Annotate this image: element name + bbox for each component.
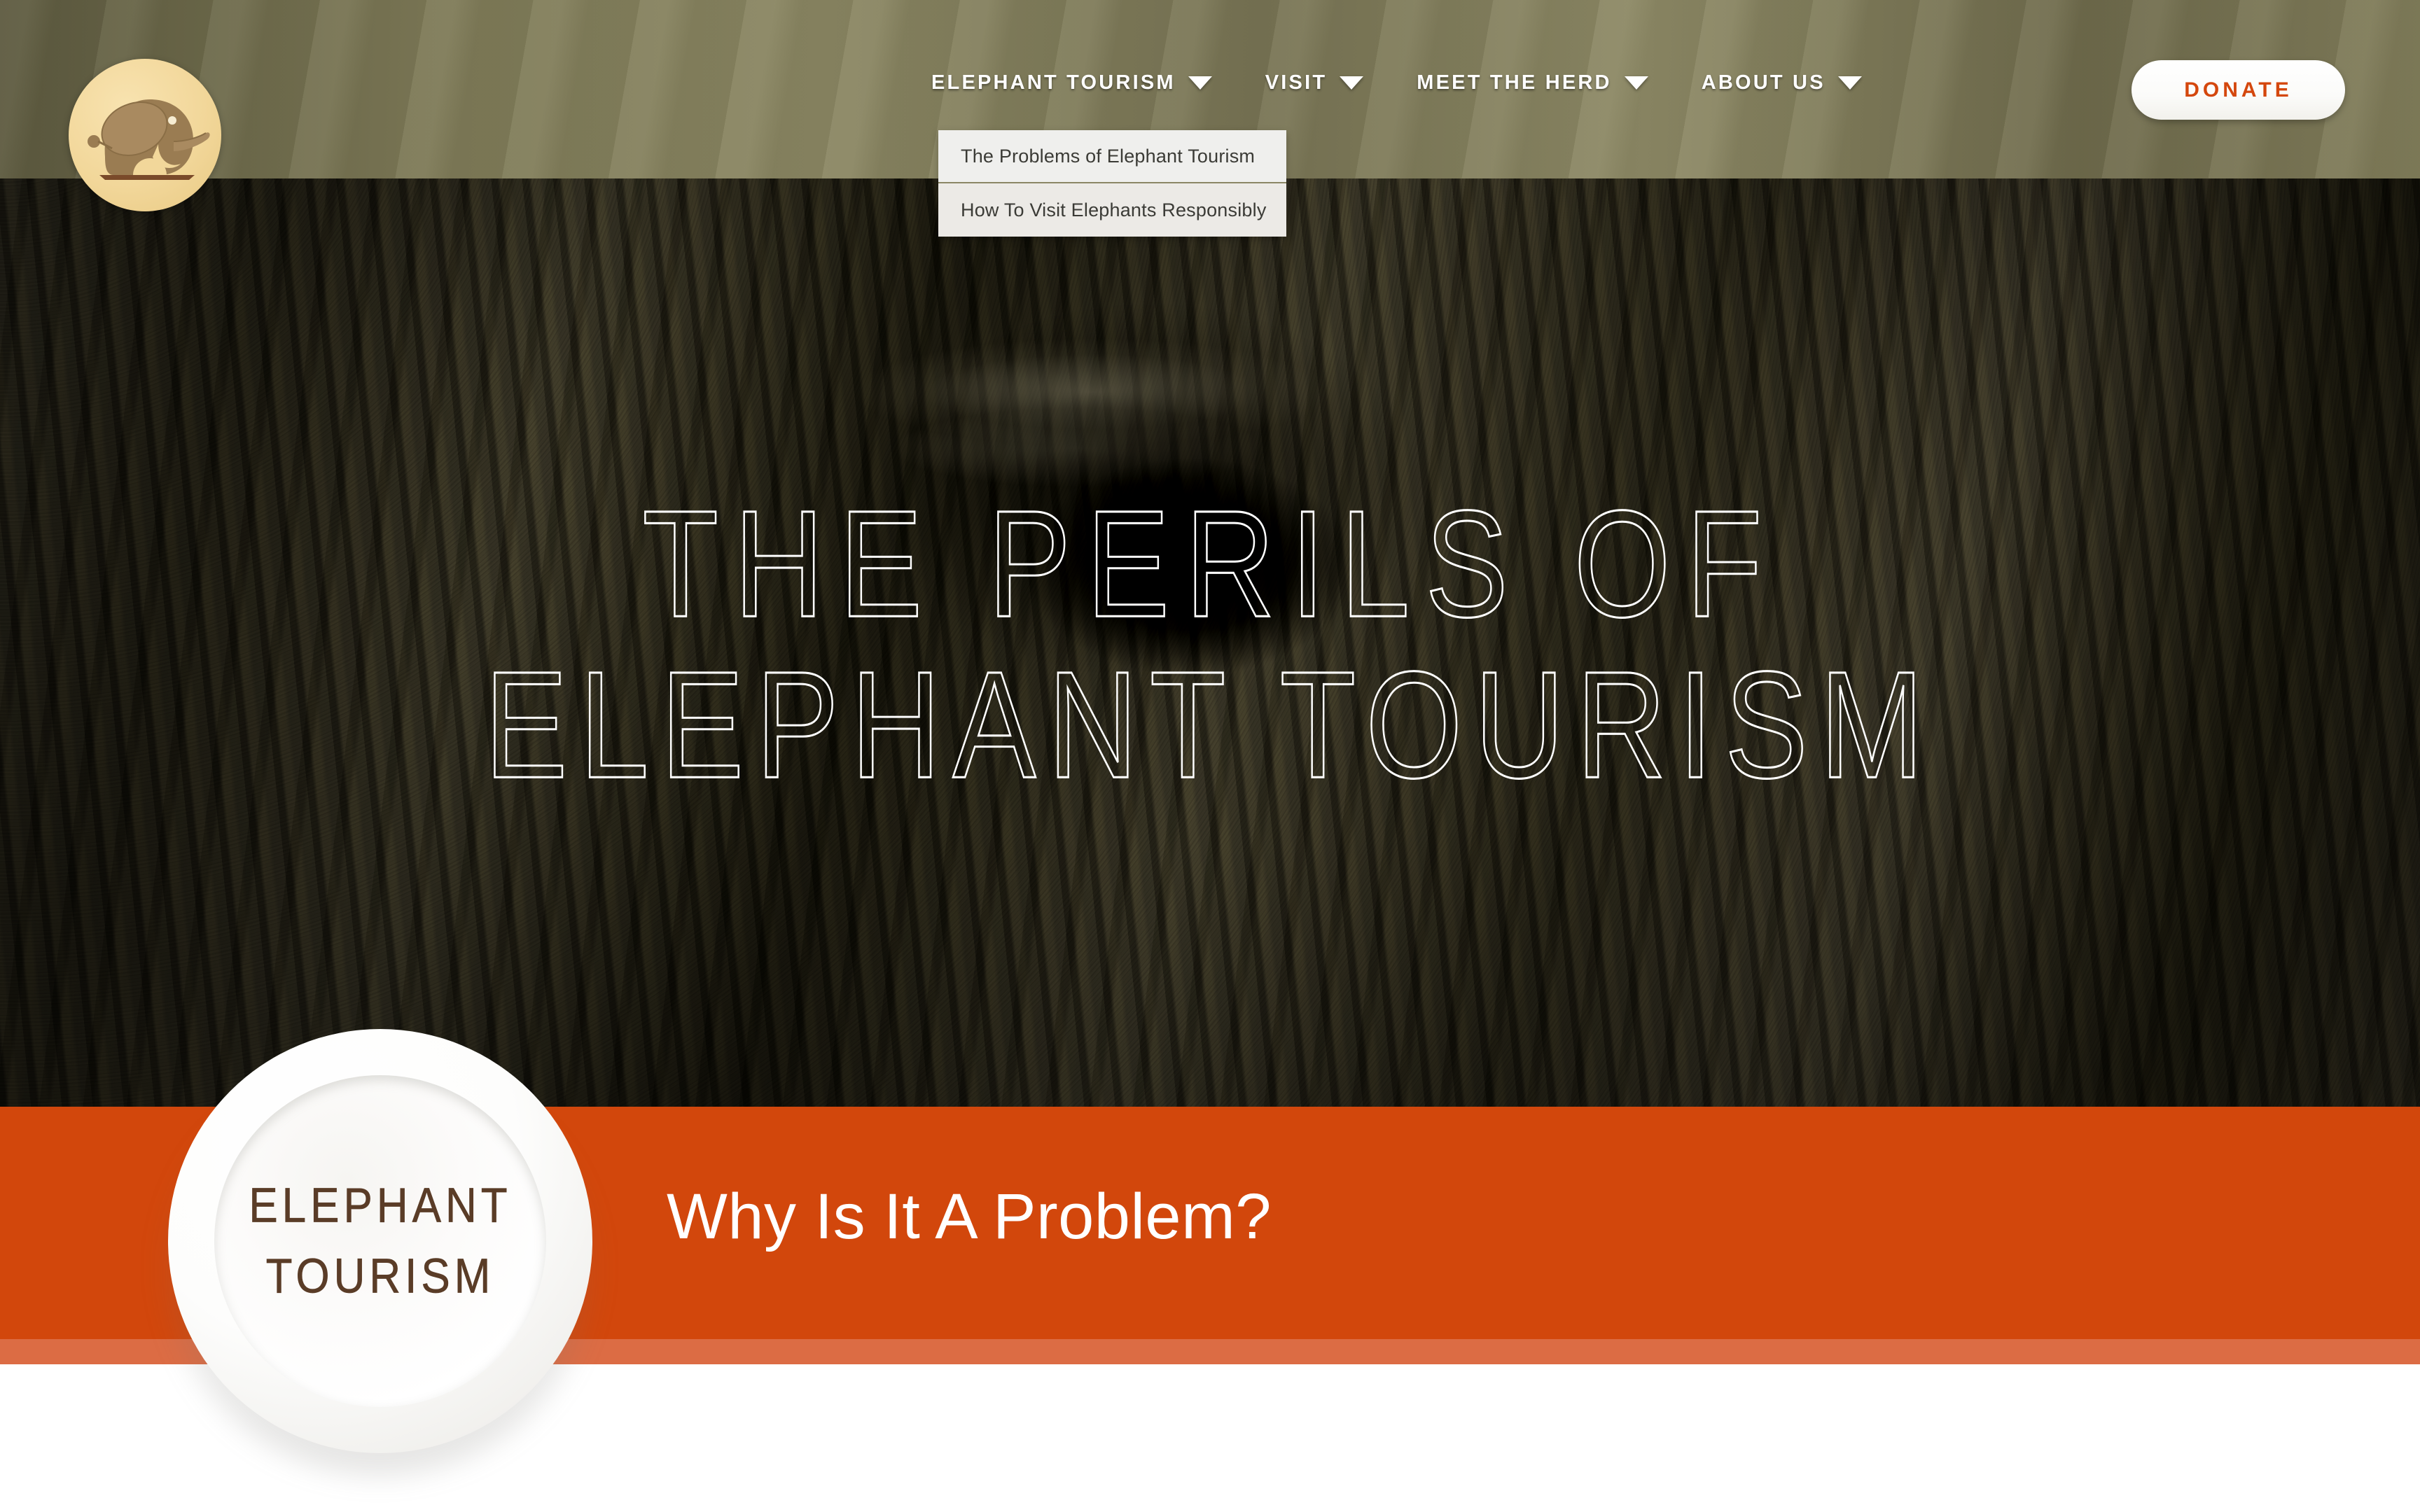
chevron-down-icon[interactable] (1837, 76, 1862, 90)
badge-inner-disc: ELEPHANT TOURISM (214, 1075, 546, 1407)
dropdown-item-how-to-visit-elephants-responsibly[interactable]: How To Visit Elephants Responsibly (938, 183, 1286, 237)
page-root: THE PERILS OF ELEPHANT TOURISM Why Is It… (0, 0, 2420, 1512)
elephant-logo-icon (88, 99, 210, 180)
chevron-down-icon[interactable] (1624, 76, 1648, 90)
badge-text-line-2: TOURISM (265, 1249, 495, 1304)
badge-text-line-1: ELEPHANT (249, 1178, 512, 1233)
nav-item-meet-the-herd[interactable]: MEET THE HERD (1417, 62, 1674, 104)
nav-item-label: VISIT (1265, 71, 1328, 94)
chevron-down-icon[interactable] (1340, 76, 1364, 90)
site-logo[interactable] (69, 59, 221, 211)
chevron-down-icon[interactable] (1188, 76, 1212, 90)
nav-item-label: ABOUT US (1701, 71, 1826, 94)
nav-dropdown-elephant-tourism: The Problems of Elephant Tourism How To … (938, 130, 1286, 237)
section-heading: Why Is It A Problem? (667, 1181, 1272, 1252)
donate-button[interactable]: DONATE (2132, 60, 2345, 120)
elephant-tourism-badge: ELEPHANT TOURISM (168, 1029, 592, 1453)
nav-item-about-us[interactable]: ABOUT US (1702, 62, 1889, 104)
dropdown-item-the-problems-of-elephant-tourism[interactable]: The Problems of Elephant Tourism (938, 130, 1286, 183)
nav-item-label: MEET THE HERD (1417, 71, 1612, 94)
nav-item-visit[interactable]: VISIT (1265, 62, 1391, 104)
nav-item-elephant-tourism[interactable]: ELEPHANT TOURISM (931, 62, 1239, 104)
primary-navigation: ELEPHANT TOURISM VISIT MEET THE HERD ABO… (931, 62, 1915, 104)
nav-item-label: ELEPHANT TOURISM (931, 71, 1176, 94)
